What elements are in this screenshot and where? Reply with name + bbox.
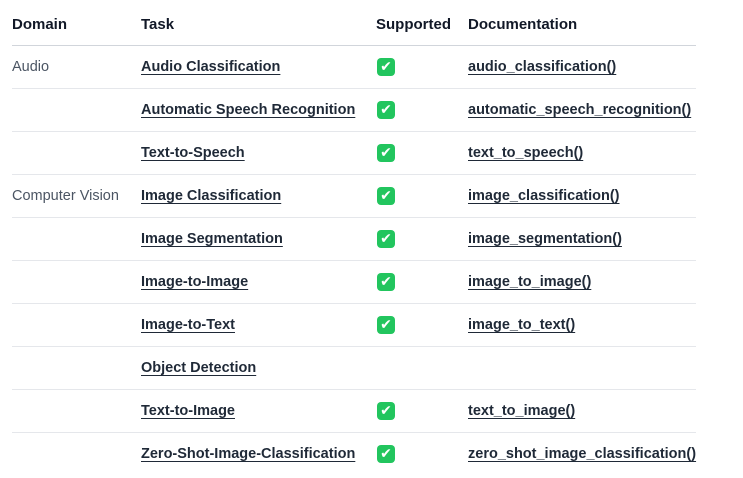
task-link[interactable]: Automatic Speech Recognition <box>141 102 355 118</box>
domain-cell: Audio <box>12 45 141 89</box>
task-cell: Text-to-Speech <box>141 131 376 175</box>
domain-label: Computer Vision <box>12 188 119 204</box>
doc-cell: automatic_speech_recognition() <box>468 88 696 132</box>
table-row: Image-to-Image ✔ image_to_image() <box>12 260 696 304</box>
doc-cell: image_to_image() <box>468 260 696 304</box>
doc-cell: image_segmentation() <box>468 217 696 261</box>
supported-cell: ✔ <box>376 217 468 261</box>
check-mark-icon: ✔ <box>377 230 395 248</box>
task-link[interactable]: Audio Classification <box>141 59 280 75</box>
table-row: Image-to-Text ✔ image_to_text() <box>12 303 696 347</box>
header-domain: Domain <box>12 3 141 46</box>
task-link[interactable]: Text-to-Image <box>141 403 235 419</box>
domain-cell <box>12 88 141 132</box>
task-link[interactable]: Image Classification <box>141 188 281 204</box>
task-link[interactable]: Object Detection <box>141 360 256 376</box>
documentation-link[interactable]: image_to_text() <box>468 317 575 333</box>
domain-cell <box>12 260 141 304</box>
check-mark-icon: ✔ <box>377 273 395 291</box>
domain-cell <box>12 303 141 347</box>
supported-cell: ✔ <box>376 303 468 347</box>
domain-cell <box>12 433 141 476</box>
check-mark-icon: ✔ <box>377 101 395 119</box>
supported-cell <box>376 346 468 390</box>
task-cell: Image-to-Text <box>141 303 376 347</box>
supported-cell: ✔ <box>376 433 468 476</box>
documentation-link[interactable]: image_to_image() <box>468 274 591 290</box>
domain-cell <box>12 217 141 261</box>
header-supported: Supported <box>376 3 468 46</box>
doc-cell: text_to_image() <box>468 389 696 433</box>
task-link[interactable]: Image-to-Image <box>141 274 248 290</box>
documentation-link[interactable]: image_segmentation() <box>468 231 622 247</box>
doc-cell: audio_classification() <box>468 45 696 89</box>
tasks-table: Domain Task Supported Documentation Audi… <box>12 3 696 475</box>
check-mark-icon: ✔ <box>377 144 395 162</box>
table-row: Automatic Speech Recognition ✔ automatic… <box>12 88 696 132</box>
table-row: Text-to-Speech ✔ text_to_speech() <box>12 131 696 175</box>
doc-cell: zero_shot_image_classification() <box>468 433 696 476</box>
task-cell: Zero-Shot-Image-Classification <box>141 433 376 476</box>
supported-cell: ✔ <box>376 260 468 304</box>
doc-cell: image_to_text() <box>468 303 696 347</box>
check-mark-icon: ✔ <box>377 445 395 463</box>
task-link[interactable]: Text-to-Speech <box>141 145 245 161</box>
doc-cell <box>468 346 696 390</box>
table-row: Computer Vision Image Classification ✔ i… <box>12 174 696 218</box>
task-cell: Text-to-Image <box>141 389 376 433</box>
task-cell: Audio Classification <box>141 45 376 89</box>
table-header: Domain Task Supported Documentation <box>12 3 696 46</box>
documentation-link[interactable]: text_to_image() <box>468 403 575 419</box>
check-mark-icon: ✔ <box>377 316 395 334</box>
supported-cell: ✔ <box>376 88 468 132</box>
documentation-link[interactable]: zero_shot_image_classification() <box>468 446 696 462</box>
domain-cell <box>12 389 141 433</box>
header-task: Task <box>141 3 376 46</box>
documentation-link[interactable]: automatic_speech_recognition() <box>468 102 691 118</box>
documentation-link[interactable]: audio_classification() <box>468 59 616 75</box>
doc-cell: image_classification() <box>468 174 696 218</box>
supported-cell: ✔ <box>376 131 468 175</box>
check-mark-icon: ✔ <box>377 187 395 205</box>
task-link[interactable]: Zero-Shot-Image-Classification <box>141 446 355 462</box>
documentation-link[interactable]: image_classification() <box>468 188 620 204</box>
domain-cell <box>12 346 141 390</box>
supported-cell: ✔ <box>376 45 468 89</box>
task-cell: Image Classification <box>141 174 376 218</box>
check-mark-icon: ✔ <box>377 58 395 76</box>
check-mark-icon: ✔ <box>377 402 395 420</box>
supported-cell: ✔ <box>376 174 468 218</box>
table-body: Audio Audio Classification ✔ audio_class… <box>12 45 696 476</box>
table-row: Image Segmentation ✔ image_segmentation(… <box>12 217 696 261</box>
table-row: Text-to-Image ✔ text_to_image() <box>12 389 696 433</box>
supported-cell: ✔ <box>376 389 468 433</box>
task-link[interactable]: Image-to-Text <box>141 317 235 333</box>
task-link[interactable]: Image Segmentation <box>141 231 283 247</box>
domain-cell <box>12 131 141 175</box>
tasks-table-container: Domain Task Supported Documentation Audi… <box>0 0 743 478</box>
table-row: Object Detection <box>12 346 696 390</box>
domain-cell: Computer Vision <box>12 174 141 218</box>
domain-label: Audio <box>12 59 50 75</box>
documentation-link[interactable]: text_to_speech() <box>468 145 583 161</box>
header-row: Domain Task Supported Documentation <box>12 3 696 46</box>
task-cell: Image-to-Image <box>141 260 376 304</box>
task-cell: Object Detection <box>141 346 376 390</box>
task-cell: Automatic Speech Recognition <box>141 88 376 132</box>
table-row: Zero-Shot-Image-Classification ✔ zero_sh… <box>12 433 696 476</box>
doc-cell: text_to_speech() <box>468 131 696 175</box>
task-cell: Image Segmentation <box>141 217 376 261</box>
header-documentation: Documentation <box>468 3 696 46</box>
table-row: Audio Audio Classification ✔ audio_class… <box>12 45 696 89</box>
